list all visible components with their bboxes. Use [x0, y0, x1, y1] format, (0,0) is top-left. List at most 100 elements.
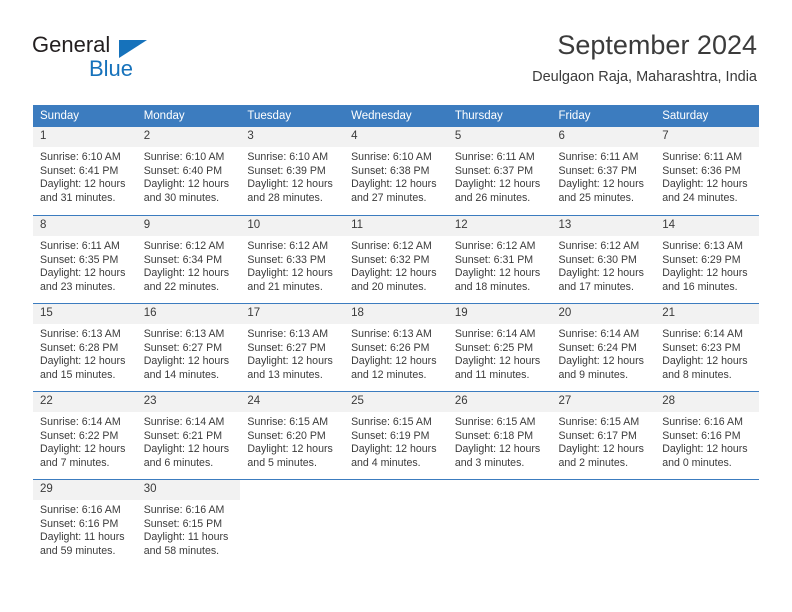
calendar-day-cell[interactable]: 8 Sunrise: 6:11 AM Sunset: 6:35 PM Daylight… [33, 215, 137, 303]
day-details: Sunrise: 6:14 AM Sunset: 6:21 PM Daylight:… [136, 412, 241, 471]
daylight-text-line2: and 9 minutes. [558, 368, 629, 381]
daylight-text-line2: and 14 minutes. [143, 368, 220, 381]
logo-text-blue: Blue [89, 56, 134, 81]
sunset-text: Sunset: 6:16 PM [40, 517, 119, 530]
day-cell-inner: 8 Sunrise: 6:11 AM Sunset: 6:35 PM Daylight… [33, 215, 137, 303]
calendar-day-cell[interactable]: 26 Sunrise: 6:15 AM Sunset: 6:18 PM Dayligh… [447, 391, 552, 479]
calendar-day-cell[interactable]: 7 Sunrise: 6:11 AM Sunset: 6:36 PM Daylight… [655, 127, 759, 215]
day-cell-inner: 16 Sunrise: 6:13 AM Sunset: 6:27 PM Dayligh… [136, 303, 241, 391]
day-number: 3 [240, 127, 345, 147]
calendar-day-cell[interactable]: 4 Sunrise: 6:10 AM Sunset: 6:38 PM Daylight… [344, 127, 448, 215]
sunset-text: Sunset: 6:20 PM [247, 429, 326, 442]
calendar-cell-empty [655, 479, 759, 567]
calendar-week-row: 22 Sunrise: 6:14 AM Sunset: 6:22 PM Dayligh… [33, 391, 759, 479]
calendar-day-cell[interactable]: 17 Sunrise: 6:13 AM Sunset: 6:27 PM Dayligh… [240, 303, 345, 391]
day-cell-inner: 29 Sunrise: 6:16 AM Sunset: 6:16 PM Dayligh… [33, 479, 137, 567]
sunset-text: Sunset: 6:41 PM [40, 164, 119, 177]
day-number: 25 [344, 392, 448, 412]
day-cell-inner: 28 Sunrise: 6:16 AM Sunset: 6:16 PM Dayligh… [655, 391, 759, 479]
calendar-day-cell[interactable]: 28 Sunrise: 6:16 AM Sunset: 6:16 PM Dayligh… [655, 391, 759, 479]
daylight-text-line1: Daylight: 12 hours [558, 443, 644, 456]
day-number: 24 [240, 392, 345, 412]
sunset-text: Sunset: 6:38 PM [351, 164, 430, 177]
calendar-day-cell[interactable]: 21 Sunrise: 6:14 AM Sunset: 6:23 PM Dayligh… [655, 303, 759, 391]
sunrise-text: Sunrise: 6:14 AM [454, 328, 536, 340]
calendar-day-cell[interactable]: 24 Sunrise: 6:15 AM Sunset: 6:20 PM Dayligh… [240, 391, 345, 479]
calendar-day-cell[interactable]: 6 Sunrise: 6:11 AM Sunset: 6:37 PM Daylight… [551, 127, 656, 215]
daylight-text-line2: and 16 minutes. [662, 280, 738, 293]
day-number: 4 [344, 127, 448, 147]
day-cell-inner: 14 Sunrise: 6:13 AM Sunset: 6:29 PM Dayligh… [655, 215, 759, 303]
daylight-text-line2: and 23 minutes. [40, 280, 116, 293]
daylight-text-line2: and 58 minutes. [143, 544, 220, 557]
day-details: Sunrise: 6:15 AM Sunset: 6:20 PM Daylight:… [240, 412, 345, 471]
daylight-text-line2: and 20 minutes. [351, 280, 427, 293]
day-details: Sunrise: 6:14 AM Sunset: 6:22 PM Daylight:… [33, 412, 137, 471]
sunrise-text: Sunrise: 6:15 AM [558, 416, 640, 428]
sunset-text: Sunset: 6:37 PM [558, 164, 637, 177]
calendar-day-cell[interactable]: 2 Sunrise: 6:10 AM Sunset: 6:40 PM Daylight… [136, 127, 241, 215]
logo-triangle-icon [119, 40, 147, 58]
calendar-cell-empty [240, 479, 345, 567]
calendar-day-cell[interactable]: 13 Sunrise: 6:12 AM Sunset: 6:30 PM Dayligh… [551, 215, 656, 303]
calendar-day-cell[interactable]: 20 Sunrise: 6:14 AM Sunset: 6:24 PM Dayligh… [551, 303, 656, 391]
sunset-text: Sunset: 6:17 PM [558, 429, 637, 442]
daylight-text-line2: and 27 minutes. [351, 191, 427, 204]
weekday-header-sunday: Sunday [33, 105, 137, 127]
calendar-day-cell[interactable]: 5 Sunrise: 6:11 AM Sunset: 6:37 PM Daylight… [447, 127, 552, 215]
calendar-cell-empty [344, 479, 448, 567]
day-details: Sunrise: 6:10 AM Sunset: 6:38 PM Daylight:… [344, 147, 448, 206]
daylight-text-line1: Daylight: 12 hours [558, 355, 644, 368]
calendar-day-cell[interactable]: 3 Sunrise: 6:10 AM Sunset: 6:39 PM Daylight… [240, 127, 345, 215]
day-cell-inner: 25 Sunrise: 6:15 AM Sunset: 6:19 PM Dayligh… [344, 391, 448, 479]
calendar-day-cell[interactable]: 19 Sunrise: 6:14 AM Sunset: 6:25 PM Dayligh… [447, 303, 552, 391]
day-cell-inner: 10 Sunrise: 6:12 AM Sunset: 6:33 PM Dayligh… [240, 215, 345, 303]
daylight-text-line1: Daylight: 12 hours [351, 443, 437, 456]
calendar-cell-empty [447, 479, 552, 567]
sunrise-text: Sunrise: 6:10 AM [351, 151, 432, 163]
day-number: 28 [655, 392, 759, 412]
day-details: Sunrise: 6:16 AM Sunset: 6:16 PM Daylight:… [655, 412, 759, 471]
calendar-day-cell[interactable]: 15 Sunrise: 6:13 AM Sunset: 6:28 PM Dayligh… [33, 303, 137, 391]
calendar-day-cell[interactable]: 10 Sunrise: 6:12 AM Sunset: 6:33 PM Dayligh… [240, 215, 345, 303]
daylight-text-line1: Daylight: 12 hours [558, 178, 644, 191]
day-details: Sunrise: 6:16 AM Sunset: 6:15 PM Daylight:… [136, 500, 241, 559]
sunset-text: Sunset: 6:33 PM [247, 253, 326, 266]
daylight-text-line2: and 18 minutes. [454, 280, 531, 293]
calendar-day-cell[interactable]: 12 Sunrise: 6:12 AM Sunset: 6:31 PM Dayligh… [447, 215, 552, 303]
daylight-text-line1: Daylight: 12 hours [143, 443, 230, 456]
calendar-day-cell[interactable]: 23 Sunrise: 6:14 AM Sunset: 6:21 PM Dayligh… [136, 391, 241, 479]
calendar-day-cell[interactable]: 18 Sunrise: 6:13 AM Sunset: 6:26 PM Dayligh… [344, 303, 448, 391]
day-number: 15 [33, 304, 137, 324]
calendar-day-cell[interactable]: 1 Sunrise: 6:10 AM Sunset: 6:41 PM Daylight… [33, 127, 137, 215]
sunrise-text: Sunrise: 6:15 AM [454, 416, 536, 428]
calendar-day-cell[interactable]: 16 Sunrise: 6:13 AM Sunset: 6:27 PM Dayligh… [136, 303, 241, 391]
calendar-day-cell[interactable]: 27 Sunrise: 6:15 AM Sunset: 6:17 PM Dayligh… [551, 391, 656, 479]
daylight-text-line1: Daylight: 12 hours [351, 178, 437, 191]
daylight-text-line2: and 11 minutes. [454, 368, 530, 381]
daylight-text-line2: and 31 minutes. [40, 191, 116, 204]
calendar-week-row: 29 Sunrise: 6:16 AM Sunset: 6:16 PM Dayligh… [33, 479, 759, 567]
daylight-text-line1: Daylight: 12 hours [40, 443, 126, 456]
day-details: Sunrise: 6:15 AM Sunset: 6:19 PM Daylight:… [344, 412, 448, 471]
day-number: 17 [240, 304, 345, 324]
calendar-day-cell[interactable]: 29 Sunrise: 6:16 AM Sunset: 6:16 PM Dayligh… [33, 479, 137, 567]
calendar-day-cell[interactable]: 30 Sunrise: 6:16 AM Sunset: 6:15 PM Dayligh… [136, 479, 241, 567]
calendar-day-cell[interactable]: 22 Sunrise: 6:14 AM Sunset: 6:22 PM Dayligh… [33, 391, 137, 479]
daylight-text-line1: Daylight: 12 hours [662, 178, 748, 191]
calendar-day-cell[interactable]: 25 Sunrise: 6:15 AM Sunset: 6:19 PM Dayligh… [344, 391, 448, 479]
day-details: Sunrise: 6:14 AM Sunset: 6:24 PM Daylight:… [551, 324, 656, 383]
sunrise-text: Sunrise: 6:13 AM [40, 328, 121, 340]
calendar-page: General Blue September 2024 Deulgaon Raj… [0, 0, 792, 612]
sunset-text: Sunset: 6:16 PM [662, 429, 741, 442]
daylight-text-line2: and 22 minutes. [143, 280, 220, 293]
calendar-day-cell[interactable]: 14 Sunrise: 6:13 AM Sunset: 6:29 PM Dayligh… [655, 215, 759, 303]
day-number: 19 [447, 304, 552, 324]
daylight-text-line2: and 30 minutes. [143, 191, 220, 204]
day-number: 22 [33, 392, 137, 412]
day-number: 10 [240, 216, 345, 236]
calendar-day-cell[interactable]: 9 Sunrise: 6:12 AM Sunset: 6:34 PM Daylight… [136, 215, 241, 303]
sunrise-text: Sunrise: 6:11 AM [662, 151, 743, 163]
calendar-day-cell[interactable]: 11 Sunrise: 6:12 AM Sunset: 6:32 PM Dayligh… [344, 215, 448, 303]
day-details: Sunrise: 6:10 AM Sunset: 6:39 PM Daylight:… [240, 147, 345, 206]
